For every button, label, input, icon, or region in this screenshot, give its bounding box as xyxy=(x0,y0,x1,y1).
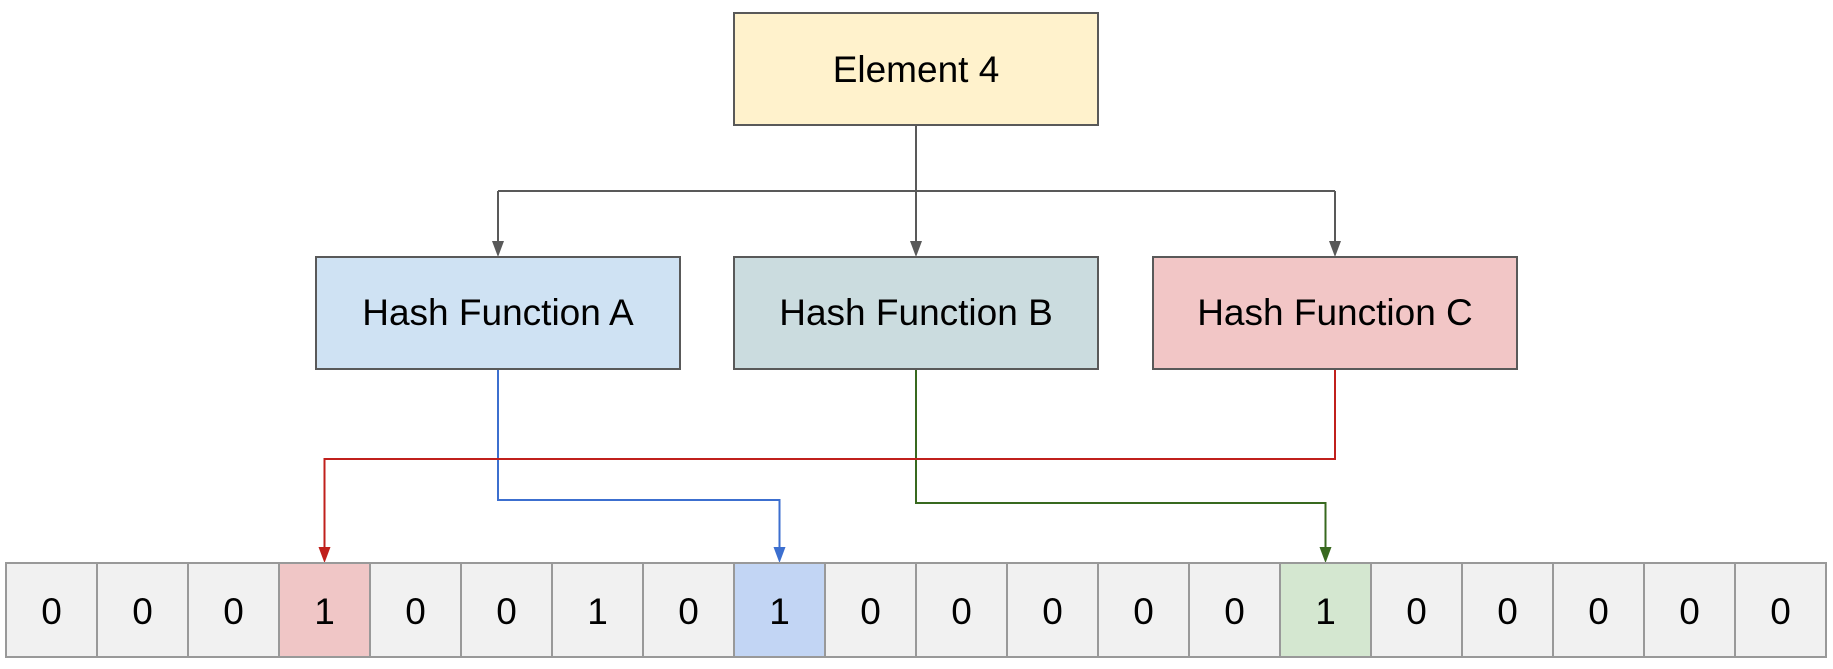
bit-cell: 0 xyxy=(1006,562,1099,658)
bit-value: 0 xyxy=(678,591,699,632)
bit-value: 0 xyxy=(1770,591,1791,632)
arrow-head xyxy=(1319,547,1332,563)
bloom-filter-diagram: Element 4 Hash Function A Hash Function B H… xyxy=(5,12,1827,658)
bit-value: 0 xyxy=(41,591,62,632)
bit-value: 0 xyxy=(405,591,426,632)
bit-cell: 0 xyxy=(1643,562,1736,658)
bit-cell: 0 xyxy=(96,562,189,658)
bit-cell: 0 xyxy=(1552,562,1645,658)
bit-cell: 0 xyxy=(187,562,280,658)
bit-value: 0 xyxy=(1588,591,1609,632)
bit-cell: 0 xyxy=(1734,562,1827,658)
bit-cell: 1 xyxy=(733,562,826,658)
bit-cell: 0 xyxy=(642,562,735,658)
bit-value: 0 xyxy=(1224,591,1245,632)
hash-function-label: Hash Function C xyxy=(1197,292,1473,333)
hash-function-label: Hash Function A xyxy=(362,292,634,333)
bit-cell: 1 xyxy=(1279,562,1372,658)
bit-value: 0 xyxy=(223,591,244,632)
bit-value: 0 xyxy=(496,591,517,632)
bit-cell: 0 xyxy=(824,562,917,658)
bit-value: 0 xyxy=(1133,591,1154,632)
hash-function-label: Hash Function B xyxy=(779,292,1053,333)
hash-function-box-c: Hash Function C xyxy=(1152,256,1518,370)
bit-cell: 0 xyxy=(1461,562,1554,658)
hash-function-box-a: Hash Function A xyxy=(315,256,681,370)
bit-value: 0 xyxy=(132,591,153,632)
bit-cell: 0 xyxy=(5,562,98,658)
bit-cell: 0 xyxy=(915,562,1008,658)
bit-value: 1 xyxy=(1315,591,1336,632)
bit-cell: 0 xyxy=(460,562,553,658)
bit-value: 1 xyxy=(587,591,608,632)
arrow-head xyxy=(773,547,786,563)
bit-value: 0 xyxy=(1042,591,1063,632)
bit-value: 1 xyxy=(769,591,790,632)
bit-value: 0 xyxy=(860,591,881,632)
element-label: Element 4 xyxy=(833,49,1000,90)
hash-function-box-b: Hash Function B xyxy=(733,256,1099,370)
arrow-head xyxy=(910,241,922,257)
bit-value: 0 xyxy=(951,591,972,632)
bit-value: 0 xyxy=(1406,591,1427,632)
bit-cell: 0 xyxy=(369,562,462,658)
bit-cell: 1 xyxy=(551,562,644,658)
bit-value: 0 xyxy=(1679,591,1700,632)
bit-cell: 0 xyxy=(1188,562,1281,658)
arrow-head xyxy=(492,241,504,257)
bit-cell: 1 xyxy=(278,562,371,658)
hash-arrow-c xyxy=(323,369,1336,547)
bit-value: 0 xyxy=(1497,591,1518,632)
element-box: Element 4 xyxy=(733,12,1099,126)
bit-cell: 0 xyxy=(1097,562,1190,658)
bit-array: 0 0 0 1 0 0 1 0 1 0 0 0 0 0 1 0 0 0 0 0 xyxy=(5,562,1827,658)
arrow-head xyxy=(318,547,331,563)
arrow-head xyxy=(1329,241,1341,257)
bit-value: 1 xyxy=(314,591,335,632)
bit-cell: 0 xyxy=(1370,562,1463,658)
